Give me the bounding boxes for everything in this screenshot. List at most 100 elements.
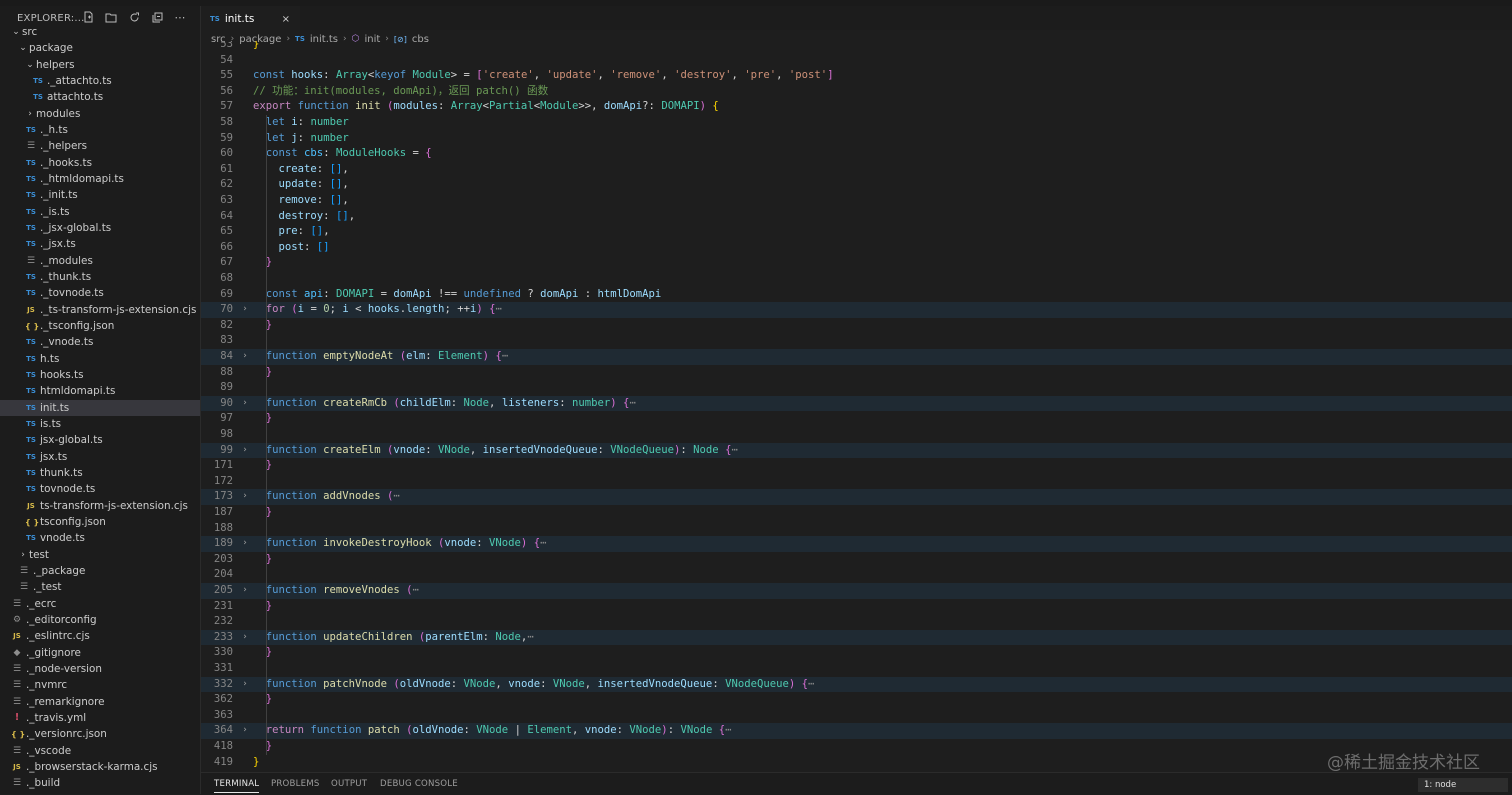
tree-item[interactable]: ⌄ src	[0, 24, 200, 40]
fold-chevron-icon[interactable]: ›	[240, 489, 250, 505]
tree-item[interactable]: { } tsconfig.json	[0, 514, 200, 530]
code-line[interactable]: 65 pre: [],	[201, 224, 1512, 240]
chevron-down-icon[interactable]: ⌄	[18, 43, 28, 53]
code-line[interactable]: 188	[201, 521, 1512, 537]
more-icon[interactable]: ⋯	[172, 10, 188, 24]
code-line[interactable]: 99 › function createElm (vnode: VNode, in…	[201, 442, 1512, 459]
tree-item[interactable]: ☰ ._helpers	[0, 138, 200, 154]
tree-item[interactable]: TS ._attachto.ts	[0, 73, 200, 89]
tree-item[interactable]: TS ._h.ts	[0, 122, 200, 138]
tree-item[interactable]: TS htmldomapi.ts	[0, 383, 200, 399]
code-line[interactable]: 83	[201, 333, 1512, 349]
code-line[interactable]: 55 const hooks: Array<keyof Module> = ['c…	[201, 68, 1512, 84]
tree-item[interactable]: TS vnode.ts	[0, 530, 200, 546]
code-line[interactable]: 69 const api: DOMAPI = domApi !== undefi…	[201, 287, 1512, 303]
code-line[interactable]: 66 post: []	[201, 240, 1512, 256]
chevron-right-icon[interactable]: ›	[18, 550, 28, 560]
terminal-select[interactable]: 1: node	[1418, 778, 1508, 792]
code-editor[interactable]: 53} 54 55 const hooks: Array<keyof Module> …	[201, 41, 1512, 772]
code-line[interactable]: 68	[201, 271, 1512, 287]
tree-item[interactable]: ☰ ._modules	[0, 253, 200, 269]
tree-item[interactable]: TS ._thunk.ts	[0, 269, 200, 285]
code-line[interactable]: 57 export function init (modules: Array<P…	[201, 99, 1512, 115]
code-line[interactable]: 82 }	[201, 318, 1512, 334]
code-line[interactable]: 64 destroy: [],	[201, 209, 1512, 225]
code-line[interactable]: 363	[201, 708, 1512, 724]
code-line[interactable]: 63 remove: [],	[201, 193, 1512, 209]
tree-item[interactable]: JS ._eslintrc.cjs	[0, 628, 200, 644]
code-line[interactable]: 70 › for (i = 0; i < hooks.length; ++i) {…	[201, 302, 1512, 318]
code-line[interactable]: 331	[201, 661, 1512, 677]
tree-item[interactable]: TS ._jsx.ts	[0, 236, 200, 252]
code-line[interactable]: 54	[201, 53, 1512, 69]
code-line[interactable]: 173 › function addVnodes (⋯	[201, 489, 1512, 505]
chevron-right-icon[interactable]: ›	[25, 109, 35, 119]
tree-item[interactable]: TS ._vnode.ts	[0, 334, 200, 350]
code-line[interactable]: 62 update: [],	[201, 177, 1512, 193]
tree-item[interactable]: ☰ ._node-version	[0, 661, 200, 677]
tree-item[interactable]: TS ._jsx-global.ts	[0, 220, 200, 236]
fold-chevron-icon[interactable]: ›	[240, 536, 250, 552]
code-line[interactable]: 56 // 功能：init(modules, domApi)，返回 patch()…	[201, 84, 1512, 100]
code-line[interactable]: 203 }	[201, 552, 1512, 568]
tree-item[interactable]: TS h.ts	[0, 351, 200, 367]
close-icon[interactable]: ×	[282, 14, 290, 25]
tree-item[interactable]: JS ts-transform-js-extension.cjs	[0, 498, 200, 514]
tree-item[interactable]: TS hooks.ts	[0, 367, 200, 383]
tree-item[interactable]: ⌄ helpers	[0, 57, 200, 73]
tree-item[interactable]: { } ._versionrc.json	[0, 726, 200, 742]
tree-item[interactable]: TS jsx-global.ts	[0, 432, 200, 448]
code-line[interactable]: 89	[201, 380, 1512, 396]
tree-item[interactable]: TS is.ts	[0, 416, 200, 432]
tab-debug-console[interactable]: DEBUG CONSOLE	[380, 779, 458, 789]
code-line[interactable]: 362 }	[201, 692, 1512, 708]
fold-chevron-icon[interactable]: ›	[240, 396, 250, 412]
tree-item[interactable]: TS ._hooks.ts	[0, 155, 200, 171]
tab-output[interactable]: OUTPUT	[331, 779, 367, 789]
code-line[interactable]: 90 › function createRmCb (childElm: Node,…	[201, 395, 1512, 412]
code-line[interactable]: 330 }	[201, 645, 1512, 661]
tree-item[interactable]: TS thunk.ts	[0, 465, 200, 481]
tree-item[interactable]: ☰ ._package	[0, 563, 200, 579]
code-line[interactable]: 232	[201, 614, 1512, 630]
fold-chevron-icon[interactable]: ›	[240, 302, 250, 318]
tree-item[interactable]: ◆ ._gitignore	[0, 644, 200, 660]
tree-item[interactable]: TS ._init.ts	[0, 187, 200, 203]
chevron-down-icon[interactable]: ⌄	[25, 60, 35, 70]
code-line[interactable]: 419}	[201, 755, 1512, 771]
tree-item[interactable]: TS attachto.ts	[0, 89, 200, 105]
tree-item[interactable]: TS init.ts	[0, 399, 200, 416]
code-line[interactable]: 171 }	[201, 458, 1512, 474]
code-line[interactable]: 172	[201, 474, 1512, 490]
tree-item[interactable]: ☰ ._test	[0, 579, 200, 595]
code-line[interactable]: 418 }	[201, 739, 1512, 755]
tree-item[interactable]: TS ._tovnode.ts	[0, 285, 200, 301]
tree-item[interactable]: ⌄ package	[0, 40, 200, 56]
code-line[interactable]: 205 › function removeVnodes (⋯	[201, 583, 1512, 599]
code-line[interactable]: 88 }	[201, 365, 1512, 381]
code-line[interactable]: 233 › function updateChildren (parentElm:…	[201, 629, 1512, 646]
fold-chevron-icon[interactable]: ›	[240, 723, 250, 739]
tab-terminal[interactable]: TERMINAL	[214, 779, 260, 793]
code-line[interactable]: 189 › function invokeDestroyHook (vnode: …	[201, 536, 1512, 552]
tree-item[interactable]: ! ._travis.yml	[0, 710, 200, 726]
tab-init-ts[interactable]: TS init.ts ×	[201, 6, 300, 31]
new-file-icon[interactable]	[80, 10, 96, 24]
tree-item[interactable]: { } ._tsconfig.json	[0, 318, 200, 334]
tree-item[interactable]: ☰ ._ecrc	[0, 595, 200, 611]
code-line[interactable]: 60 const cbs: ModuleHooks = {	[201, 146, 1512, 162]
new-folder-icon[interactable]	[103, 10, 119, 24]
code-line[interactable]: 97 }	[201, 411, 1512, 427]
code-line[interactable]: 59 let j: number	[201, 131, 1512, 147]
code-line[interactable]: 98	[201, 427, 1512, 443]
tab-problems[interactable]: PROBLEMS	[271, 779, 320, 789]
fold-chevron-icon[interactable]: ›	[240, 583, 250, 599]
tree-item[interactable]: ☰ ._nvmrc	[0, 677, 200, 693]
code-line[interactable]: 231 }	[201, 599, 1512, 615]
fold-chevron-icon[interactable]: ›	[240, 677, 250, 693]
fold-chevron-icon[interactable]: ›	[240, 630, 250, 646]
code-line[interactable]: 364 › return function patch (oldVnode: VN…	[201, 723, 1512, 739]
code-line[interactable]: 67 }	[201, 255, 1512, 271]
tree-item[interactable]: › test	[0, 547, 200, 563]
tree-item[interactable]: › modules	[0, 106, 200, 122]
